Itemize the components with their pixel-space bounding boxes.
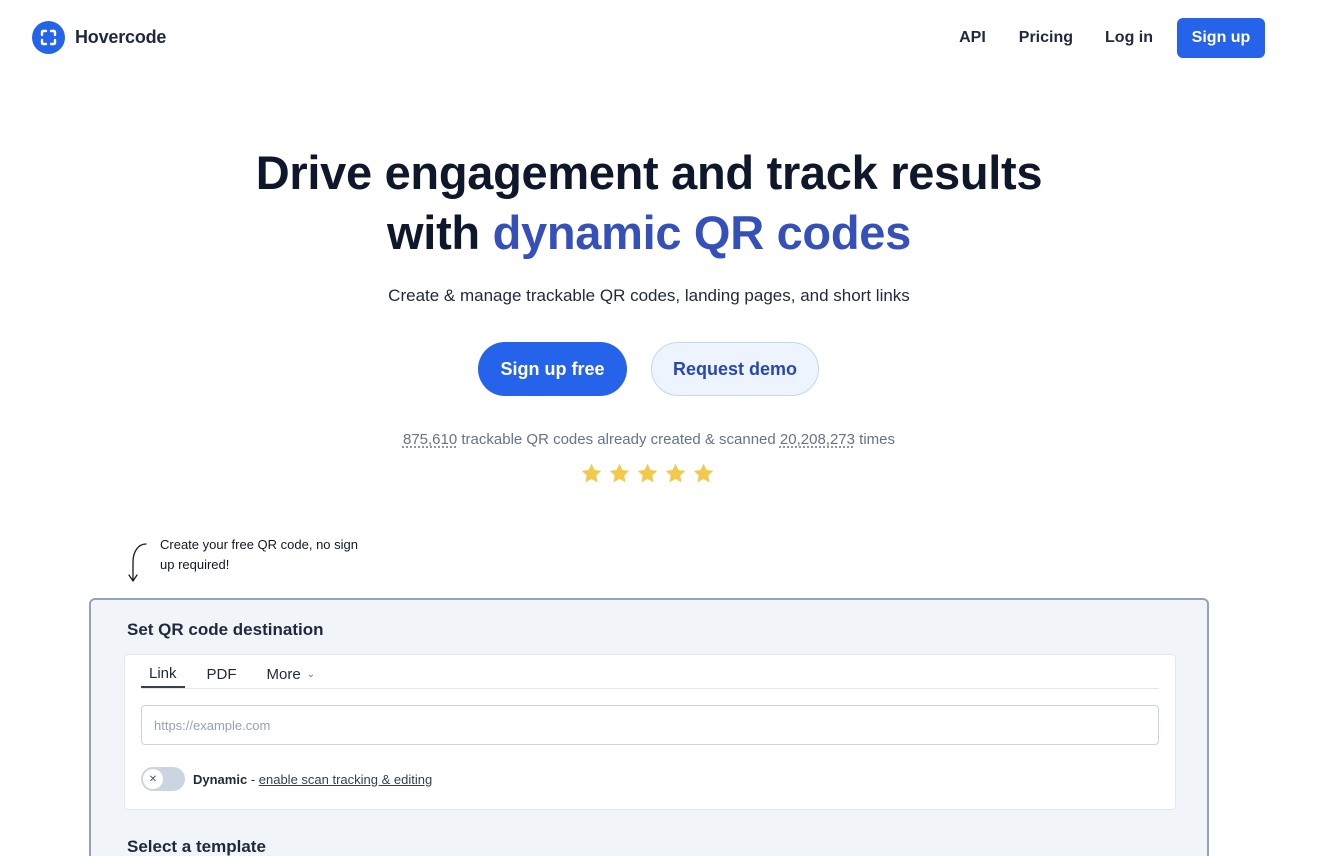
hero-title-line1: Drive engagement and track results <box>255 146 1043 199</box>
chevron-down-icon: ⌄ <box>306 668 316 680</box>
stats-suffix: times <box>854 431 895 448</box>
star-icon <box>609 463 630 483</box>
qr-generator-panel: Set QR code destination Link PDF More ⌄ ✕… <box>89 598 1209 856</box>
tab-more-label: More <box>266 665 301 683</box>
close-icon: ✕ <box>143 769 163 789</box>
tab-pdf-label: PDF <box>206 665 237 683</box>
star-icon <box>665 463 686 483</box>
nav-login-link[interactable]: Log in <box>1105 29 1153 47</box>
request-demo-button[interactable]: Request demo <box>651 342 819 396</box>
brand-logo[interactable]: Hovercode <box>32 21 166 54</box>
stats-middle-text: trackable QR codes already created & sca… <box>457 431 780 448</box>
hero-title-accent: dynamic QR codes <box>492 206 912 259</box>
dynamic-toggle[interactable]: ✕ <box>141 767 185 791</box>
curved-arrow-icon <box>128 543 147 582</box>
tab-pdf[interactable]: PDF <box>199 655 245 688</box>
destination-title: Set QR code destination <box>127 620 324 639</box>
signup-button[interactable]: Sign up <box>1177 18 1265 58</box>
hero-title: Drive engagement and track results with … <box>0 143 1298 263</box>
dynamic-option: ✕ Dynamic - enable scan tracking & editi… <box>141 767 432 791</box>
hero-subtitle: Create & manage trackable QR codes, land… <box>388 286 910 305</box>
brand-name: Hovercode <box>75 27 167 47</box>
url-input[interactable] <box>141 705 1159 745</box>
usage-stats: 875,610 trackable QR codes already creat… <box>0 431 1298 448</box>
tab-link-label: Link <box>149 664 177 682</box>
signup-free-button[interactable]: Sign up free <box>478 342 627 396</box>
tab-more[interactable]: More ⌄ <box>259 655 324 688</box>
star-icon <box>581 463 602 483</box>
main-nav: API Pricing Log in Sign up <box>959 18 1265 58</box>
tab-link[interactable]: Link <box>141 655 185 688</box>
nav-pricing-link[interactable]: Pricing <box>1019 29 1073 47</box>
destination-card: Link PDF More ⌄ ✕ Dynamic - enable scan t… <box>124 654 1176 810</box>
rating-stars <box>580 462 715 485</box>
scans-count: 20,208,273 <box>779 431 855 448</box>
star-icon <box>637 463 658 483</box>
star-icon <box>693 463 714 483</box>
nav-api-link[interactable]: API <box>959 29 986 47</box>
enable-tracking-link[interactable]: enable scan tracking & editing <box>259 772 432 787</box>
dynamic-separator: - <box>247 771 259 787</box>
free-qr-callout: Create your free QR code, no sign up req… <box>160 537 358 572</box>
hero-title-prefix: with <box>387 206 493 259</box>
hovercode-logo-icon <box>32 21 65 54</box>
dynamic-label: Dynamic <box>193 771 248 787</box>
site-header: Hovercode API Pricing Log in Sign up <box>0 0 1331 76</box>
cta-group: Sign up free Request demo <box>478 342 819 396</box>
destination-tabs: Link PDF More ⌄ <box>141 655 1159 689</box>
template-title: Select a template <box>127 837 266 856</box>
codes-count: 875,610 <box>402 431 458 448</box>
